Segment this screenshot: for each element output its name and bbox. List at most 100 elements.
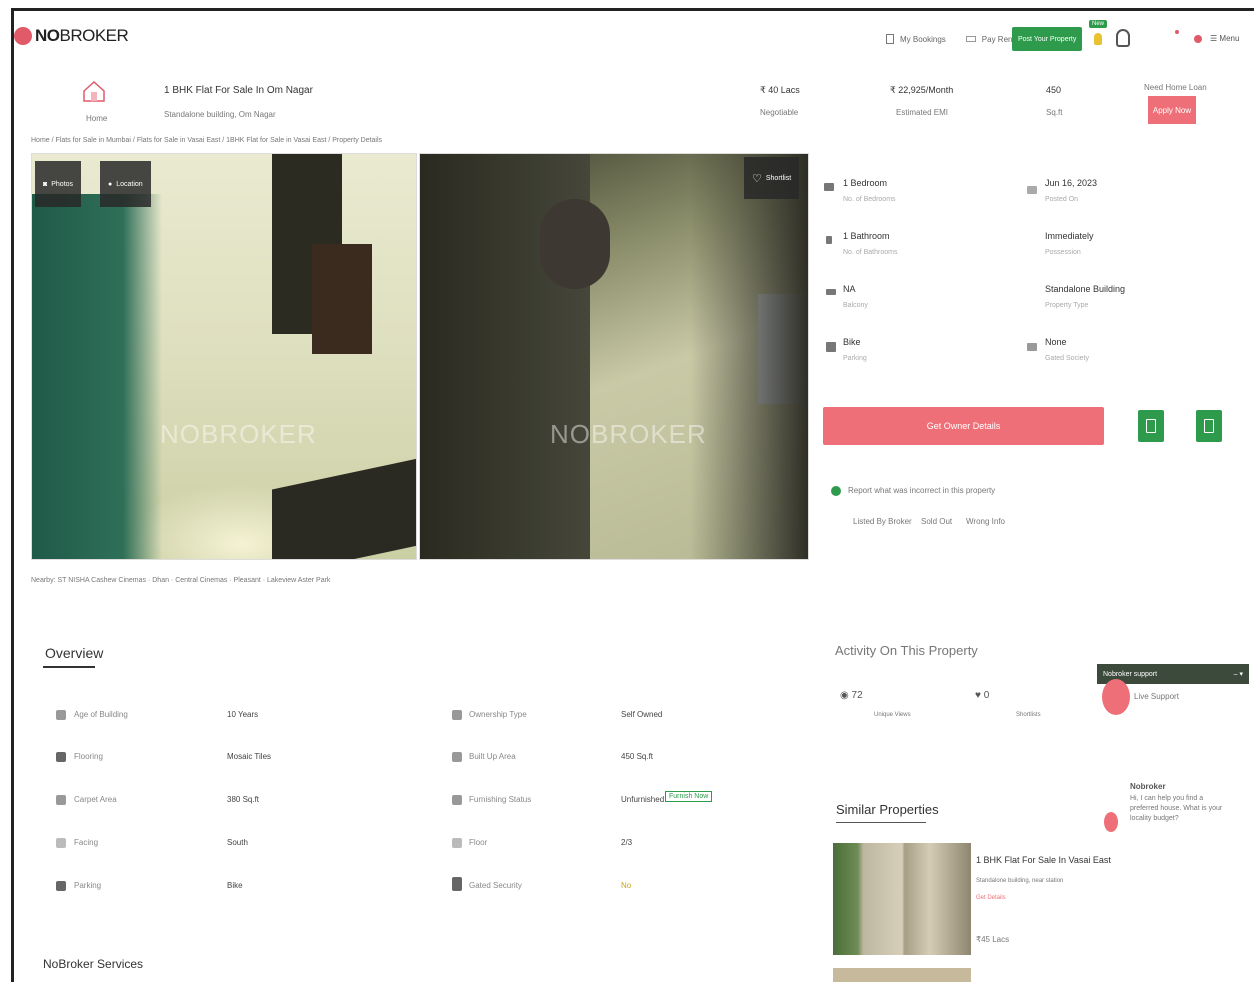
ov-label: Built Up Area [469,752,516,761]
detail-gated-society: None Gated Society [1045,337,1089,362]
views-count: ◉ 72 [840,690,863,701]
top-nav: My Bookings Pay Rent [886,28,1015,50]
ov-value: Self Owned [621,710,663,719]
building-age-icon [56,710,66,720]
bed-icon [824,183,834,191]
user-icon[interactable] [1116,29,1130,47]
listing-title: 1 BHK Flat For Sale In Om Nagar [164,85,313,96]
nav-bookings[interactable]: My Bookings [900,35,946,44]
emi: ₹ 22,925/Month [890,85,954,95]
report-broker[interactable]: Listed By Broker [853,517,912,526]
property-photo-1[interactable]: NOBROKER [31,153,417,560]
nav-pay-rent[interactable]: Pay Rent [982,35,1015,44]
eye-icon: ◉ [840,690,852,701]
area: 450 [1046,85,1062,95]
ownership-icon [452,710,462,720]
detail-bathrooms: 1 Bathroom No. of Bathrooms [843,231,898,256]
ov-label: Ownership Type [469,710,527,719]
shortlist-button[interactable]: ♡ Shortlist [744,157,800,199]
property-photo-2[interactable]: NOBROKER [419,153,809,560]
overview-title: Overview [45,645,104,661]
breadcrumb[interactable]: Home / Flats for Sale in Mumbai / Flats … [31,137,382,144]
price: ₹ 40 Lacs [760,85,800,95]
menu-button[interactable]: ☰ Menu [1210,34,1239,43]
overview-underline [43,666,95,668]
new-badge: New [1089,20,1108,28]
similar-sub: Standalone building, near station [976,878,1064,884]
minimize-icon[interactable]: – ▾ [1234,670,1243,678]
ov-value: Unfurnished [621,795,665,804]
nobroker-logo[interactable]: NOBROKER [14,26,129,46]
ov-label: Carpet Area [74,795,117,804]
ov-value: 2/3 [621,838,633,847]
get-owner-details-button[interactable]: Get Owner Details [823,407,1104,445]
detail-parking: Bike Parking [843,337,867,362]
similar-title-link[interactable]: 1 BHK Flat For Sale In Vasai East [976,855,1111,865]
similar-title: Similar Properties [836,802,939,817]
security-icon [452,877,462,891]
location-button[interactable]: ● Location [100,161,151,207]
phone-icon [1204,419,1214,433]
heart-icon: ♥ [975,690,984,701]
calendar-icon [1027,186,1037,194]
similar-property-image-2[interactable] [833,968,971,982]
schedule-visit-button[interactable] [1138,410,1164,442]
emi-sub: Estimated EMI [896,108,949,117]
similar-link[interactable]: Get Details [976,895,1006,901]
ov-value: South [227,838,248,847]
ov-label: Facing [74,838,99,847]
similar-property-image[interactable] [833,843,971,955]
carpet-area-icon [56,795,66,805]
similar-underline [836,822,926,823]
bookings-icon [886,34,894,44]
notification-dot [1175,30,1179,34]
watermark: NOBROKER [550,419,707,449]
ov-label: Parking [74,881,102,890]
support-message: Hi, I can help you find a preferred hous… [1130,795,1223,822]
hamburger-icon: ☰ [1210,34,1220,43]
apply-loan-button[interactable]: Apply Now [1148,96,1196,124]
support-agent-name: Nobroker [1130,782,1166,791]
loan-text: Need Home Loan [1144,83,1207,92]
support-avatar[interactable] [1102,679,1130,715]
bulb-icon[interactable] [1094,33,1102,45]
listing-subtitle: Standalone building, Om Nagar [164,110,276,119]
furnish-now-button[interactable]: Furnish Now [665,791,713,802]
ov-label: Floor [469,838,488,847]
post-property-button[interactable]: Post Your Property [1012,27,1083,51]
furnishing-icon [452,795,462,805]
notification-icon[interactable] [1194,35,1202,43]
home-label: Home [86,114,108,123]
house-icon [82,80,106,102]
balcony-icon [826,289,836,295]
ov-label: Age of Building [74,710,128,719]
activity-title: Activity On This Property [835,643,978,658]
ov-value: No [621,881,632,890]
photos-button[interactable]: ◙ Photos [35,161,82,207]
shortlists-label: Shortlists [1016,712,1041,718]
report-wrong-info[interactable]: Wrong Info [966,517,1005,526]
ov-label: Furnishing Status [469,795,532,804]
detail-balcony: NA Balcony [843,284,868,309]
area-sub: Sq.ft [1046,108,1063,117]
phone-button[interactable] [1196,410,1222,442]
live-support-text[interactable]: Live Support [1134,692,1179,701]
heart-icon: ♡ [752,172,762,185]
logo-icon [14,27,32,45]
floor-icon [452,838,462,848]
ov-value: 450 Sq.ft [621,752,654,761]
ov-label: Gated Security [469,881,522,890]
pay-icon [965,36,976,42]
shortlists-count: ♥ 0 [975,690,990,701]
detail-possession: Immediately Possession [1045,231,1094,256]
ov-value: Bike [227,881,243,890]
price-sub: Negotiable [760,108,799,117]
ov-value: 10 Years [227,710,259,719]
bike-icon [826,342,836,352]
gate-icon [1027,343,1037,351]
report-sold-out[interactable]: Sold Out [921,517,952,526]
bath-icon [826,236,832,244]
flooring-icon [56,752,66,762]
support-chat-avatar [1104,812,1118,832]
nearby-places: Nearby: ST NISHA Cashew Cinemas · Dhan ·… [31,577,331,584]
